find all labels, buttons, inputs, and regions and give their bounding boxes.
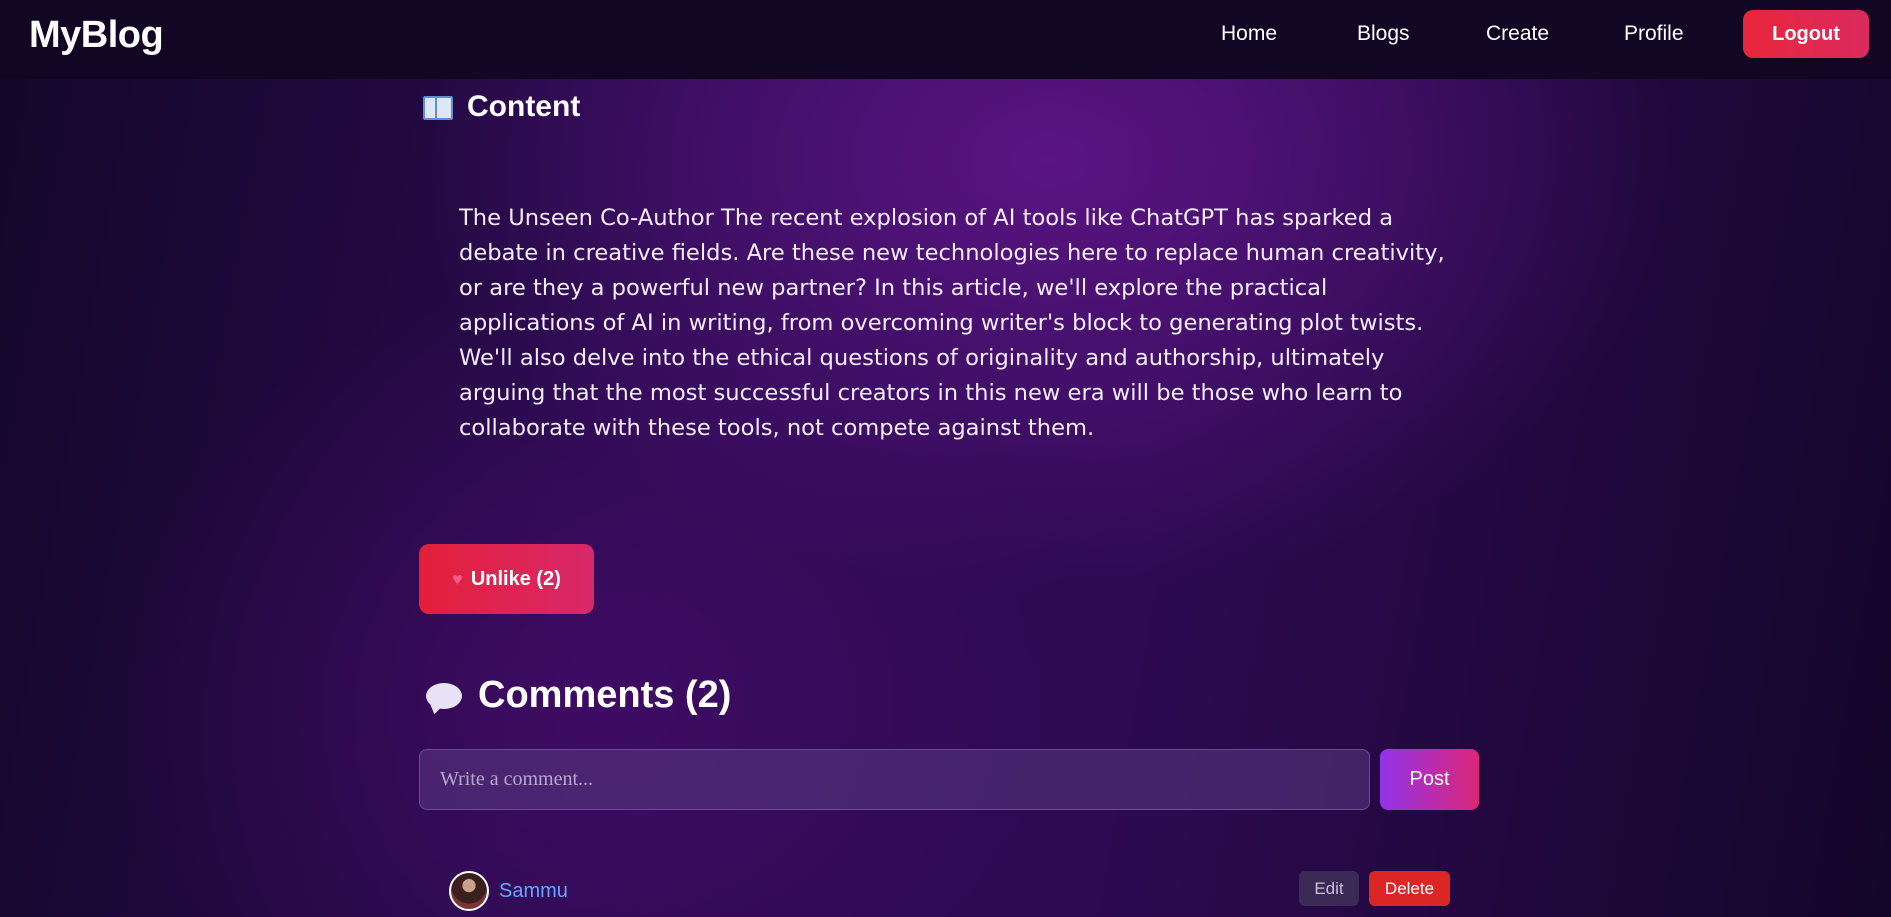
unlike-button[interactable]: ♥ Unlike (2) [419,544,594,614]
post-comment-button[interactable]: Post [1380,749,1479,810]
comment-author-link[interactable]: Sammu [499,880,568,903]
content-heading: Content [423,90,580,124]
nav-link-blogs[interactable]: Blogs [1357,22,1410,46]
heart-icon: ♥ [452,568,463,589]
unlike-button-label: Unlike (2) [470,567,561,590]
comments-heading-label: Comments (2) [478,674,732,716]
logout-button[interactable]: Logout [1743,10,1869,58]
nav-link-home[interactable]: Home [1221,22,1277,46]
speech-bubble-icon [426,682,462,709]
post-content-body: The Unseen Co-Author The recent explosio… [459,205,1445,441]
delete-comment-button[interactable]: Delete [1369,871,1450,906]
nav-link-profile[interactable]: Profile [1624,22,1684,46]
comments-heading: Comments (2) [426,674,731,717]
nav-link-create[interactable]: Create [1486,22,1549,46]
site-logo[interactable]: MyBlog [29,14,164,57]
edit-comment-button[interactable]: Edit [1299,871,1359,906]
comment-input[interactable] [419,749,1370,810]
content-heading-label: Content [467,90,581,123]
navbar: MyBlog Home Blogs Create Profile Logout [0,0,1891,79]
open-book-icon [423,94,453,120]
avatar [449,871,489,911]
